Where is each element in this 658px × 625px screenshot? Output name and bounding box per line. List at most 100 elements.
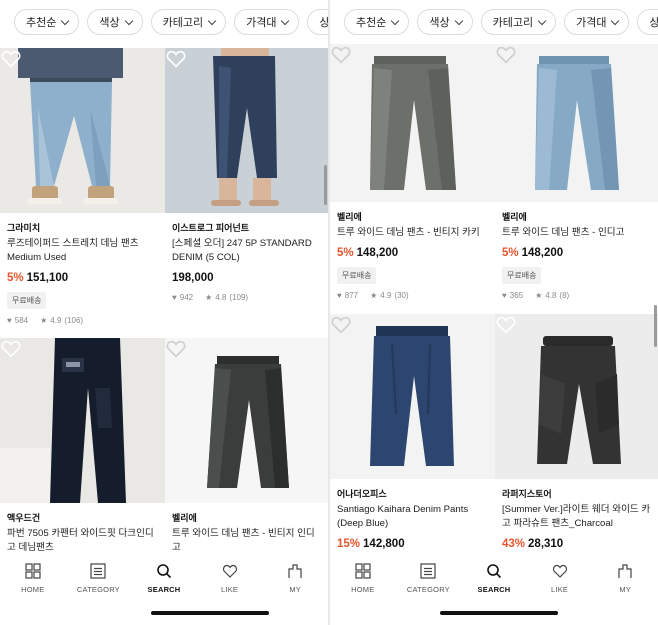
rating: 4.8 [545, 291, 557, 300]
filter-color[interactable]: 색상 [87, 9, 143, 35]
nav-search[interactable]: SEARCH [131, 563, 197, 625]
person-icon [288, 564, 302, 578]
filter-product-info[interactable]: 상품정보 [637, 9, 658, 35]
nav-search[interactable]: SEARCH [461, 563, 527, 625]
list-icon [90, 563, 106, 579]
free-shipping-badge: 무료배송 [337, 267, 377, 284]
price-row: 5% 151,100 [7, 271, 158, 285]
nav-like[interactable]: LIKE [197, 563, 263, 625]
price: 148,200 [521, 247, 564, 259]
product-card[interactable]: 이스트로그 피어넌트 [스페셜 오더] 247 5P STANDARD DENI… [165, 48, 328, 338]
nav-home[interactable]: HOME [0, 563, 66, 625]
product-stats: ♥ 942 ★ 4.8 (109) [172, 293, 321, 302]
product-image[interactable] [330, 44, 495, 202]
product-image[interactable] [495, 314, 658, 479]
chevron-down-icon [124, 16, 133, 25]
like-heart-icon[interactable] [0, 338, 22, 360]
like-heart-icon[interactable] [330, 44, 352, 66]
filter-category[interactable]: 카테고리 [480, 9, 557, 35]
product-card[interactable]: 벨리에 트루 와이드 데님 팬츠 - 빈티지 카키 5% 148,200 무료배송… [330, 44, 495, 314]
nav-label: MY [289, 585, 301, 594]
chevron-down-icon [391, 16, 400, 25]
discount-rate: 5% [7, 272, 24, 284]
product-name[interactable]: [스페셜 오더] 247 5P STANDARD DENIM (5 COL) [172, 237, 321, 265]
nav-label: SEARCH [147, 585, 181, 594]
nav-label: SEARCH [477, 585, 511, 594]
star-icon: ★ [205, 293, 213, 302]
product-image[interactable] [0, 338, 165, 503]
product-brand: 벨리에 [502, 212, 527, 222]
product-image[interactable] [165, 338, 328, 503]
product-grid: 벨리에 트루 와이드 데님 팬츠 - 빈티지 카키 5% 148,200 무료배송… [330, 44, 658, 604]
nav-like[interactable]: LIKE [527, 563, 593, 625]
heart-icon: ♥ [502, 291, 507, 300]
review-count: (106) [64, 316, 84, 325]
product-card[interactable]: 벨리에 트루 와이드 데님 팬츠 - 인디고 5% 148,200 무료배송 ♥ 3… [495, 44, 658, 314]
product-brand: 액우드건 [7, 513, 41, 523]
nav-category[interactable]: CATEGORY [66, 563, 132, 625]
product-name[interactable]: 트루 와이드 데님 팬츠 - 빈티지 인디고 [172, 527, 321, 555]
product-card[interactable]: 그라미치 루즈테이퍼드 스트레치 데님 팬츠 Medium Used 5% 151… [0, 48, 165, 338]
filter-sort[interactable]: 추천순 [14, 9, 80, 35]
discount-rate: 5% [337, 247, 354, 259]
review-count: (8) [559, 291, 570, 300]
person-icon [618, 564, 632, 578]
product-stats: ♥ 365 ★ 4.8 (8) [502, 291, 651, 300]
like-heart-icon[interactable] [495, 44, 517, 66]
filter-category[interactable]: 카테고리 [150, 9, 227, 35]
like-count: 942 [179, 293, 194, 302]
search-icon [487, 564, 502, 579]
chevron-down-icon [454, 16, 463, 25]
heart-icon: ♥ [7, 316, 12, 325]
product-brand: 라퍼지스토어 [502, 489, 552, 499]
discount-rate: 5% [502, 247, 519, 259]
price-row: 198,000 [172, 271, 321, 285]
star-icon: ★ [40, 316, 48, 325]
heart-icon: ♥ [337, 291, 342, 300]
product-brand: 그라미치 [7, 223, 41, 233]
scrollbar[interactable] [654, 305, 657, 347]
product-name[interactable]: 트루 와이드 데님 팬츠 - 인디고 [502, 226, 651, 240]
product-image[interactable] [0, 48, 165, 213]
filter-color[interactable]: 색상 [417, 9, 473, 35]
filter-price[interactable]: 가격대 [564, 9, 630, 35]
product-name[interactable]: 트루 와이드 데님 팬츠 - 빈티지 카키 [337, 226, 488, 240]
chevron-down-icon [611, 16, 620, 25]
filter-product-info[interactable]: 상품정보 [307, 9, 328, 35]
scrollbar[interactable] [324, 165, 327, 205]
product-name[interactable]: [Summer Ver.]라이트 웨더 와이드 카고 파라슈트 팬츠_Charc… [502, 503, 651, 531]
like-heart-icon[interactable] [165, 48, 187, 70]
product-name[interactable]: Santiago Kaihara Denim Pants (Deep Blue) [337, 503, 488, 531]
list-icon [420, 563, 436, 579]
nav-label: HOME [351, 585, 375, 594]
home-indicator[interactable] [151, 611, 269, 615]
nav-my[interactable]: MY [592, 563, 658, 625]
like-heart-icon[interactable] [330, 314, 352, 336]
heart-icon [222, 564, 237, 578]
price-row: 5% 148,200 [337, 246, 488, 260]
grid-icon [355, 563, 371, 579]
like-heart-icon[interactable] [165, 338, 187, 360]
chevron-down-icon [207, 16, 217, 25]
nav-home[interactable]: HOME [330, 563, 396, 625]
product-name[interactable]: 루즈테이퍼드 스트레치 데님 팬츠 Medium Used [7, 237, 158, 265]
like-heart-icon[interactable] [0, 48, 22, 70]
filter-sort[interactable]: 추천순 [344, 9, 410, 35]
rating: 4.9 [50, 316, 62, 325]
right-screen: 벨리에 트루 와이드 데님 팬츠 - 빈티지 카키 5% 148,200 무료배송… [330, 0, 658, 625]
product-grid: 그라미치 루즈테이퍼드 스트레치 데님 팬츠 Medium Used 5% 151… [0, 48, 328, 625]
nav-category[interactable]: CATEGORY [396, 563, 462, 625]
grid-icon [25, 563, 41, 579]
filter-price[interactable]: 가격대 [234, 9, 300, 35]
nav-my[interactable]: MY [262, 563, 328, 625]
like-count: 365 [509, 291, 524, 300]
product-image[interactable] [330, 314, 495, 479]
like-heart-icon[interactable] [495, 314, 517, 336]
product-image[interactable] [165, 48, 328, 213]
product-name[interactable]: 파번 7505 카펜터 와이드핏 다크인디고 데님팬츠 [7, 527, 158, 555]
heart-icon [552, 564, 567, 578]
home-indicator[interactable] [440, 611, 558, 615]
like-count: 877 [344, 291, 359, 300]
discount-rate: 15% [337, 538, 361, 550]
product-image[interactable] [495, 44, 658, 202]
